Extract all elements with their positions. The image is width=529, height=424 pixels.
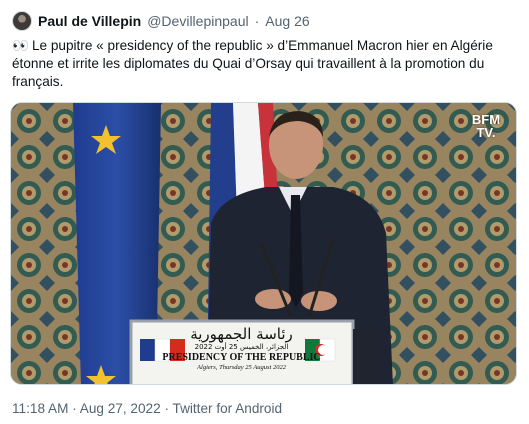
author-display-name[interactable]: Paul de Villepin — [38, 13, 141, 29]
podium-place-date: Algiers, Thursday 25 August 2022 — [197, 364, 286, 371]
podium-english-title: PRESIDENCY OF THE REPUBLIC — [162, 352, 321, 363]
header-separator: · — [254, 13, 260, 29]
meta-separator-1: · — [72, 401, 77, 416]
tweet-card: Paul de Villepin @Devillepinpaul · Aug 2… — [0, 0, 529, 424]
eyes-emoji-icon: 👀 — [12, 38, 29, 53]
bfmtv-logo: BFM TV. — [468, 113, 504, 139]
tweet-relative-date[interactable]: Aug 26 — [265, 13, 309, 29]
tweet-metadata: 11:18 AM · Aug 27, 2022 · Twitter for An… — [12, 401, 282, 416]
tweet-source[interactable]: Twitter for Android — [173, 401, 283, 416]
tweet-body: Le pupitre « presidency of the republic … — [12, 38, 493, 89]
tweet-text: 👀 Le pupitre « presidency of the republic… — [12, 37, 517, 91]
tweet-date[interactable]: Aug 27, 2022 — [80, 401, 161, 416]
tweet-time[interactable]: 11:18 AM — [12, 401, 68, 416]
podium-arabic-date: الجزائر، الخميس 25 أوت 2022 — [194, 343, 289, 351]
watermark-line-2: TV. — [476, 125, 496, 140]
author-handle[interactable]: @Devillepinpaul — [147, 13, 248, 29]
tweet-header: Paul de Villepin @Devillepinpaul · Aug 2… — [12, 10, 310, 32]
podium-sign: رئاسة الجمهورية الجزائر، الخميس 25 أوت 2… — [134, 323, 349, 384]
avatar[interactable] — [12, 11, 32, 31]
tweet-media-image[interactable]: BFM TV. رئاسة الجمهورية الجزائر، الخميس … — [10, 102, 517, 385]
meta-separator-2: · — [164, 401, 169, 416]
podium-arabic-title: رئاسة الجمهورية — [190, 325, 293, 343]
